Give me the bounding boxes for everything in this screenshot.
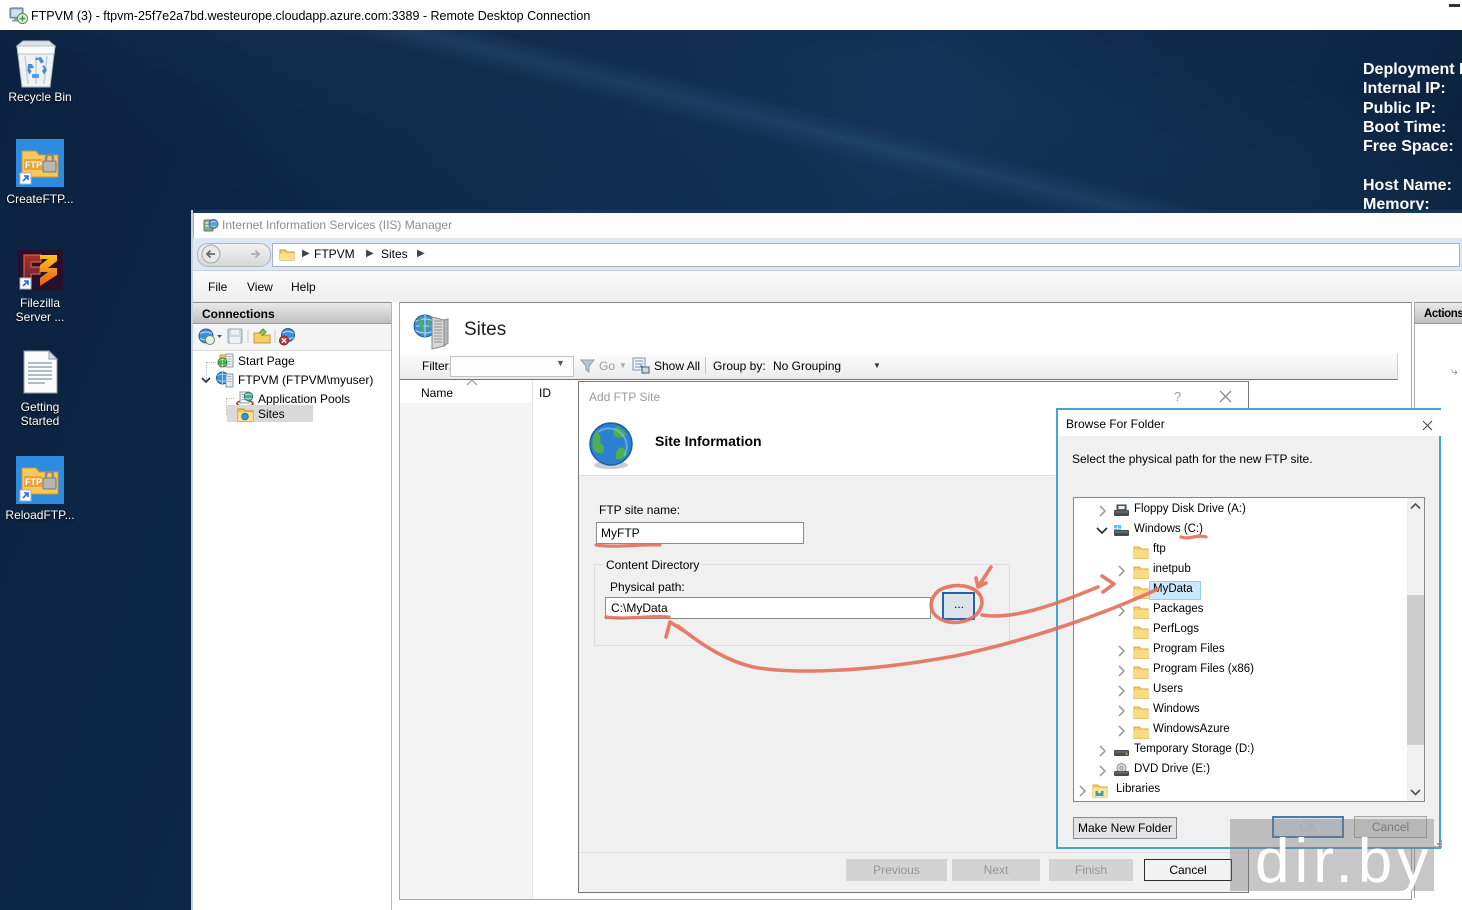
- svg-text:FTP: FTP: [25, 160, 42, 170]
- svg-text:FTP: FTP: [25, 477, 42, 487]
